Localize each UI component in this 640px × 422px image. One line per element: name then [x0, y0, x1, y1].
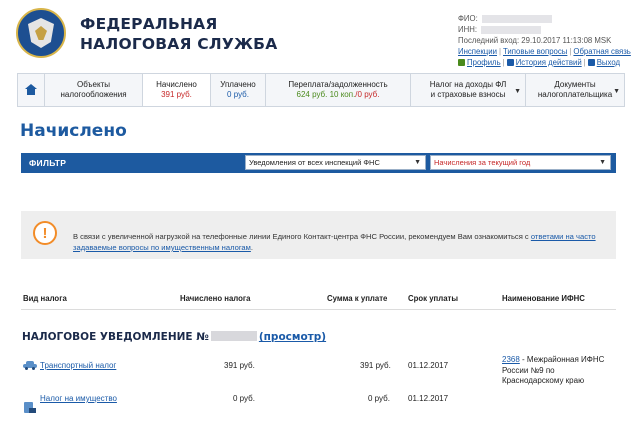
tab-paid-label: Уплачено: [220, 80, 256, 89]
tab-objects-line1: Объекты: [77, 80, 110, 89]
property-tax-due: 01.12.2017: [408, 394, 449, 403]
ifns-line-3: Краснодарскому краю: [502, 376, 585, 385]
tab-accrued-amount: 391 руб.: [161, 90, 192, 99]
logout-icon: [587, 59, 595, 66]
notice-text-after: .: [250, 243, 253, 252]
brand-title[interactable]: ФЕДЕРАЛЬНАЯ НАЛОГОВАЯ СЛУЖБА: [80, 14, 277, 54]
profile-icon: [458, 59, 465, 66]
property-icon: [24, 402, 36, 413]
period-select[interactable]: Начисления за текущий год ▼: [430, 155, 611, 170]
tax-notice-title: НАЛОГОВОЕ УВЕДОМЛЕНИЕ № (просмотр): [22, 331, 326, 343]
fio-redacted: [481, 14, 552, 23]
main-tabs: Объекты налогообложения Начислено 391 ру…: [17, 73, 625, 107]
property-tax-to-pay: 0 руб.: [368, 394, 390, 403]
ifns-code-link[interactable]: 2368: [502, 355, 520, 364]
inn-redacted: [481, 25, 542, 34]
column-due-date: Срок уплаты: [408, 294, 459, 303]
chevron-down-icon: ▼: [414, 159, 421, 166]
notice-text-before: В связи с увеличенной нагрузкой на телеф…: [73, 232, 531, 241]
tab-objects[interactable]: Объекты налогообложения: [45, 74, 143, 106]
page-title: Начислено: [20, 121, 127, 141]
info-notice: ! В связи с увеличенной нагрузкой на тел…: [21, 211, 616, 259]
tab-overpayment-label: Переплата/задолженность: [288, 80, 388, 89]
notice-number-redacted: [210, 331, 257, 341]
tab-overpayment[interactable]: Переплата/задолженность 624 руб. 10 коп.…: [266, 74, 411, 106]
table-divider: [21, 309, 616, 310]
tab-paid[interactable]: Уплачено 0 руб.: [211, 74, 266, 106]
inn-label: ИНН:: [458, 25, 478, 34]
period-select-value: Начисления за текущий год: [434, 158, 531, 167]
tab-income-tax-line1: Налог на доходы ФЛ: [429, 80, 507, 89]
ifns-line-1: - Межрайонная ИФНС: [519, 355, 605, 364]
user-info: ФИО: ИНН: Последний вход: 29.10.2017 11:…: [458, 14, 631, 67]
inspections-link[interactable]: Инспекции: [458, 47, 497, 56]
feedback-link[interactable]: Обратная связь: [573, 47, 630, 56]
inspection-select-value: Уведомления от всех инспекций ФНС: [249, 158, 380, 167]
tab-paid-amount: 0 руб.: [227, 90, 249, 99]
shield-icon: [28, 18, 54, 48]
transport-tax-accrued: 391 руб.: [224, 361, 255, 370]
tax-notice-label: НАЛОГОВОЕ УВЕДОМЛЕНИЕ №: [22, 331, 209, 343]
filter-bar: ФИЛЬТР Уведомления от всех инспекций ФНС…: [21, 153, 616, 173]
tab-debt-amount: /0 руб.: [355, 90, 380, 99]
car-icon: [23, 361, 37, 370]
tab-documents-line1: Документы: [554, 80, 596, 89]
notice-text: В связи с увеличенной нагрузкой на телеф…: [73, 231, 608, 253]
ifns-line-2: России №9 по: [502, 365, 555, 375]
tab-overpayment-amount: 624 руб. 10 коп.: [296, 90, 356, 99]
column-tax-type: Вид налога: [23, 294, 67, 303]
last-login: Последний вход: 29.10.2017 11:13:08 MSK: [458, 36, 612, 45]
typical-questions-link[interactable]: Типовые вопросы: [503, 47, 567, 56]
property-tax-accrued: 0 руб.: [233, 394, 255, 403]
warning-icon: !: [33, 221, 57, 245]
column-to-pay: Сумма к уплате: [327, 294, 388, 303]
tab-documents-line2: налогоплательщика: [537, 90, 613, 99]
column-accrued: Начислено налога: [180, 294, 251, 303]
fns-logo[interactable]: [16, 8, 66, 58]
tab-documents[interactable]: Документы налогоплательщика ▼: [526, 74, 624, 106]
eagle-icon: [35, 26, 47, 40]
property-tax-link[interactable]: Налог на имущество: [40, 394, 117, 403]
ifns-name: 2368 - Межрайонная ИФНС России №9 по Кра…: [502, 355, 604, 387]
inspection-select[interactable]: Уведомления от всех инспекций ФНС ▼: [245, 155, 426, 170]
fio-label: ФИО:: [458, 14, 478, 23]
brand-line-1: ФЕДЕРАЛЬНАЯ: [80, 15, 218, 33]
transport-tax-to-pay: 391 руб.: [360, 361, 391, 370]
logout-link[interactable]: Выход: [597, 58, 620, 67]
chevron-down-icon: ▼: [613, 88, 620, 95]
column-ifns-name: Наименование ИФНС: [502, 294, 585, 303]
tab-objects-line2: налогообложения: [60, 90, 127, 99]
tab-income-tax[interactable]: Налог на доходы ФЛ и страховые взносы ▼: [411, 74, 526, 106]
profile-link[interactable]: Профиль: [467, 58, 501, 67]
home-icon: [25, 84, 37, 96]
filter-label: ФИЛЬТР: [29, 158, 67, 168]
view-notice-link[interactable]: (просмотр): [259, 331, 326, 343]
chevron-down-icon: ▼: [599, 159, 606, 166]
brand-line-2: НАЛОГОВАЯ СЛУЖБА: [80, 35, 278, 53]
tab-home[interactable]: [18, 74, 45, 106]
tab-accrued[interactable]: Начислено 391 руб.: [143, 74, 211, 106]
transport-tax-due: 01.12.2017: [408, 361, 449, 370]
action-history-link[interactable]: История действий: [516, 58, 582, 67]
tab-accrued-label: Начислено: [156, 80, 197, 89]
chevron-down-icon: ▼: [514, 88, 521, 95]
history-icon: [506, 59, 514, 66]
transport-tax-link[interactable]: Транспортный налог: [40, 361, 116, 370]
tab-income-tax-line2: и страховые взносы: [430, 90, 506, 99]
